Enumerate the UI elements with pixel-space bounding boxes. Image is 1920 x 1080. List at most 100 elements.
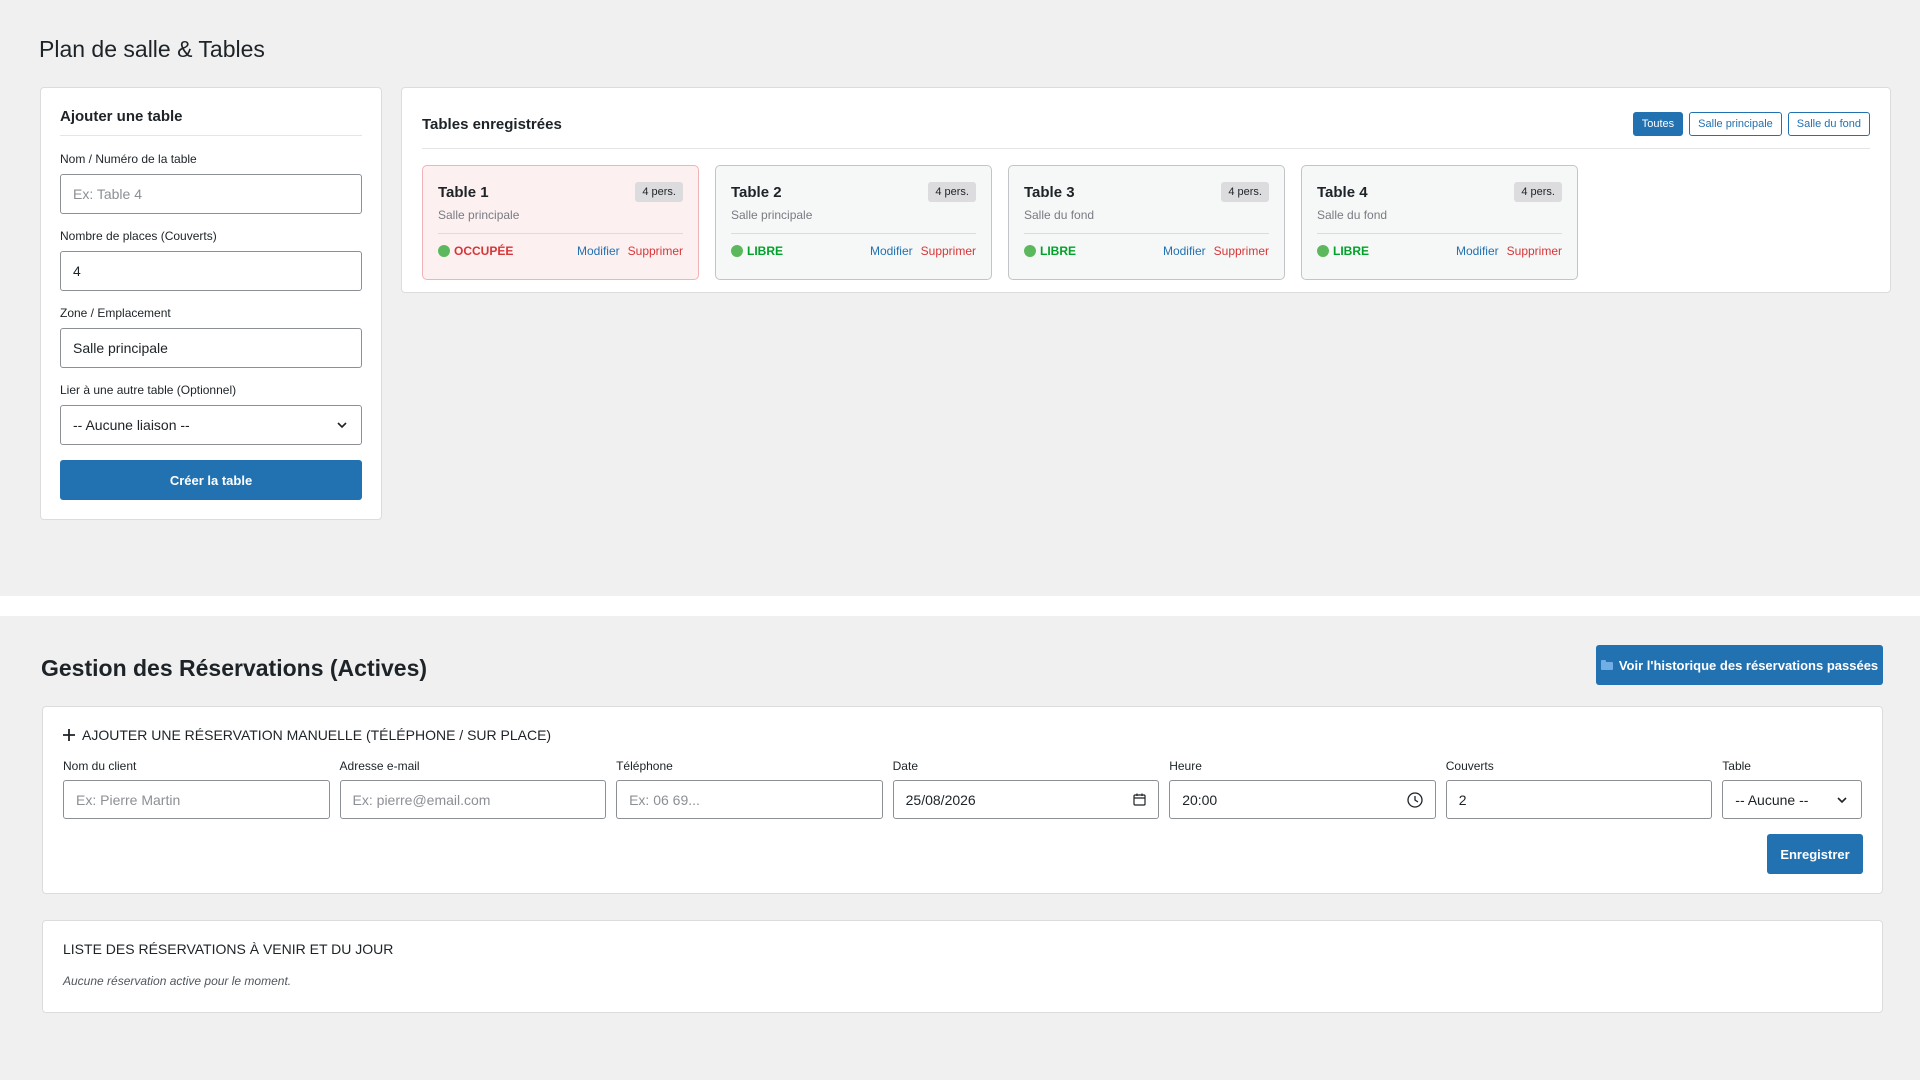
reservations-title: Gestion des Réservations (Actives) — [41, 655, 428, 681]
capacity-badge: 4 pers. — [1221, 182, 1269, 202]
add-reservation-card: AJOUTER UNE RÉSERVATION MANUELLE (TÉLÉPH… — [42, 706, 1883, 894]
delete-table-link[interactable]: Supprimer — [628, 244, 683, 258]
status-badge: LIBRE — [1317, 244, 1369, 258]
section-divider — [0, 596, 1920, 616]
table-select[interactable]: -- Aucune -- — [1722, 780, 1863, 819]
add-reservation-heading: AJOUTER UNE RÉSERVATION MANUELLE (TÉLÉPH… — [63, 727, 1862, 743]
table-card: Table 14 pers. Salle principale OCCUPÉE … — [422, 165, 699, 280]
delete-table-link[interactable]: Supprimer — [921, 244, 976, 258]
capacity-badge: 4 pers. — [928, 182, 976, 202]
table-select-value: -- Aucune -- — [1735, 791, 1809, 808]
date-field: Date 25/08/2026 — [892, 759, 1160, 819]
status-label: LIBRE — [1333, 244, 1369, 258]
table-name-field: Nom / Numéro de la table Ex: Table 4 — [60, 152, 362, 214]
table-name-input[interactable]: Ex: Table 4 — [60, 174, 362, 214]
reservations-list-title: LISTE DES RÉSERVATIONS À VENIR ET DU JOU… — [63, 941, 394, 957]
edit-table-link[interactable]: Modifier — [1163, 244, 1206, 258]
page-title: Plan de salle & Tables — [39, 36, 265, 62]
table-zone: Salle du fond — [1317, 208, 1562, 234]
covers-input[interactable]: 2 — [1445, 780, 1713, 819]
edit-table-link[interactable]: Modifier — [577, 244, 620, 258]
tables-header: Tables enregistrées Toutes Salle princip… — [422, 112, 1870, 149]
table-name: Table 2 — [731, 183, 782, 201]
covers-label: Couverts — [1445, 759, 1494, 773]
table-zone: Salle du fond — [1024, 208, 1269, 234]
chevron-down-icon — [1837, 796, 1847, 803]
status-dot-icon — [438, 245, 450, 257]
email-label: Adresse e-mail — [339, 759, 420, 773]
zone-filters: Toutes Salle principale Salle du fond — [1632, 112, 1870, 136]
status-badge: OCCUPÉE — [438, 244, 513, 258]
date-input[interactable]: 25/08/2026 — [892, 780, 1160, 819]
plus-icon — [63, 729, 75, 741]
empty-state: Aucune réservation active pour le moment… — [63, 974, 292, 988]
add-table-card: Ajouter une table Nom / Numéro de la tab… — [40, 87, 382, 520]
email-field: Adresse e-mail Ex: pierre@email.com — [339, 759, 607, 819]
status-label: LIBRE — [747, 244, 783, 258]
phone-field: Téléphone Ex: 06 69... — [616, 759, 883, 819]
table-card: Table 4 4 pers. Salle du fond LIBRE Modif… — [1301, 165, 1578, 280]
status-dot-icon — [731, 245, 743, 257]
table-zone-field: Zone / Emplacement Salle principale — [60, 306, 362, 368]
table-grid: Table 14 pers. Salle principale OCCUPÉE … — [422, 165, 1870, 280]
add-table-heading: Ajouter une table — [60, 108, 362, 136]
time-input[interactable]: 20:00 — [1169, 780, 1436, 819]
table-link-field: Lier à une autre table (Optionnel) -- Au… — [60, 383, 362, 445]
table-name: Table 1 — [438, 183, 489, 201]
table-name: Table 3 — [1024, 183, 1075, 201]
filter-all-button[interactable]: Toutes — [1632, 112, 1684, 136]
delete-table-link[interactable]: Supprimer — [1507, 244, 1562, 258]
time-label: Heure — [1169, 759, 1202, 773]
calendar-icon[interactable] — [1133, 793, 1146, 806]
save-reservation-button[interactable]: Enregistrer — [1767, 834, 1863, 874]
filter-back-room-button[interactable]: Salle du fond — [1787, 112, 1870, 136]
phone-input[interactable]: Ex: 06 69... — [616, 780, 883, 819]
tables-panel: Tables enregistrées Toutes Salle princip… — [401, 87, 1891, 293]
email-input[interactable]: Ex: pierre@email.com — [339, 780, 607, 819]
filter-main-room-button[interactable]: Salle principale — [1689, 112, 1782, 136]
status-dot-icon — [1317, 245, 1329, 257]
table-select-label: Table — [1722, 759, 1751, 773]
date-label: Date — [892, 759, 918, 773]
table-link-select[interactable]: -- Aucune liaison -- — [60, 405, 362, 445]
status-dot-icon — [1024, 245, 1036, 257]
table-seats-input[interactable]: 4 — [60, 251, 362, 291]
clock-icon[interactable] — [1407, 791, 1423, 808]
history-button[interactable]: Voir l'historique des réservations passé… — [1596, 645, 1883, 685]
add-reservation-heading-text: AJOUTER UNE RÉSERVATION MANUELLE (TÉLÉPH… — [82, 727, 552, 743]
time-value: 20:00 — [1182, 791, 1218, 808]
client-name-label: Nom du client — [63, 759, 137, 773]
phone-label: Téléphone — [616, 759, 673, 773]
table-card: Table 2 4 pers. Salle principale LIBRE Mo… — [715, 165, 992, 280]
table-select-field: Table -- Aucune -- — [1722, 759, 1863, 819]
status-badge: LIBRE — [731, 244, 783, 258]
chevron-down-icon — [337, 422, 347, 429]
table-link-value: -- Aucune liaison -- — [73, 417, 190, 433]
status-badge: LIBRE — [1024, 244, 1076, 258]
delete-table-link[interactable]: Supprimer — [1214, 244, 1269, 258]
edit-table-link[interactable]: Modifier — [870, 244, 913, 258]
table-card: Table 3 4 pers. Salle du fond LIBRE Modif… — [1008, 165, 1285, 280]
reservation-form: Nom du client Ex: Pierre Martin Adresse … — [63, 759, 1863, 819]
date-value: 25/08/2026 — [905, 791, 976, 808]
table-zone-label: Zone / Emplacement — [60, 306, 171, 320]
folder-icon — [1600, 660, 1613, 670]
edit-table-link[interactable]: Modifier — [1456, 244, 1499, 258]
create-table-button[interactable]: Créer la table — [60, 460, 362, 500]
covers-field: Couverts 2 — [1445, 759, 1713, 819]
table-name-label: Nom / Numéro de la table — [60, 152, 197, 166]
table-name: Table 4 — [1317, 183, 1368, 201]
status-label: OCCUPÉE — [454, 244, 514, 258]
time-field: Heure 20:00 — [1169, 759, 1436, 819]
history-button-label: Voir l'historique des réservations passé… — [1618, 657, 1879, 673]
tables-title: Tables enregistrées — [422, 115, 562, 133]
table-seats-label: Nombre de places (Couverts) — [60, 229, 217, 243]
client-name-input[interactable]: Ex: Pierre Martin — [63, 780, 330, 819]
table-zone-input[interactable]: Salle principale — [60, 328, 362, 368]
reservations-list: LISTE DES RÉSERVATIONS À VENIR ET DU JOU… — [42, 920, 1883, 1013]
capacity-badge: 4 pers. — [1514, 182, 1562, 202]
status-label: LIBRE — [1040, 244, 1076, 258]
client-name-field: Nom du client Ex: Pierre Martin — [63, 759, 330, 819]
table-zone: Salle principale — [731, 208, 976, 234]
table-seats-field: Nombre de places (Couverts) 4 — [60, 229, 362, 291]
